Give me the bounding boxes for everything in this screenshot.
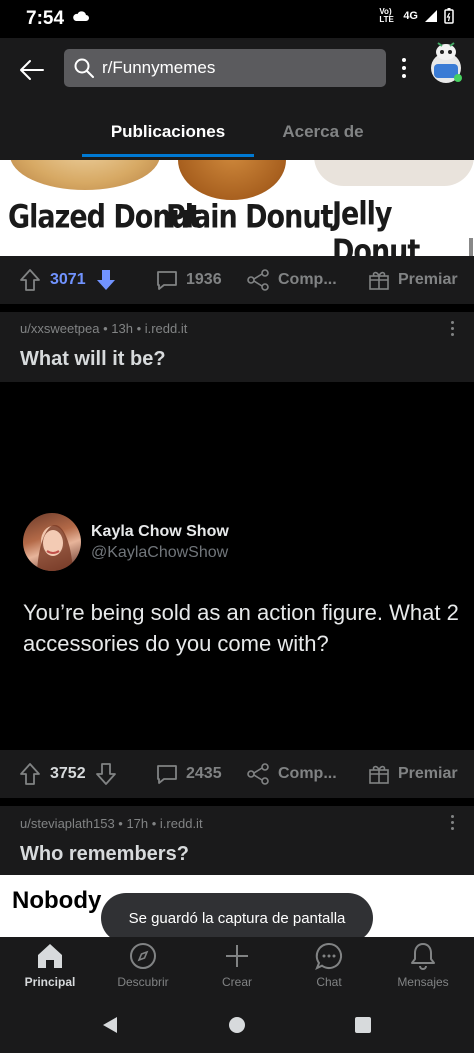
award-label: Premiar [398, 765, 458, 782]
cloud-icon [73, 11, 89, 21]
screenshot-toast: Se guardó la captura de pantalla [101, 893, 373, 943]
search-input[interactable]: r/Funnymemes [64, 49, 386, 87]
nav-chat[interactable]: Chat [284, 941, 374, 989]
tweet-avatar [23, 513, 81, 571]
arrow-left-icon [20, 60, 44, 80]
vote-count: 3752 [50, 765, 86, 782]
nav-descubrir[interactable]: Descubrir [98, 941, 188, 989]
post-title[interactable]: What will it be? [20, 348, 166, 371]
compass-icon [130, 943, 156, 969]
image-caption: Nobody [12, 887, 102, 914]
nav-label: Chat [316, 975, 342, 989]
share-icon [247, 763, 269, 785]
nav-crear[interactable]: Crear [192, 941, 282, 989]
subreddit-tabs: Publicaciones Acerca de [0, 116, 474, 160]
scrollbar-thumb[interactable] [469, 238, 473, 256]
comments-button[interactable]: 1936 [156, 256, 222, 304]
bottom-navigation: Principal Descubrir Crear Chat Mensajes [0, 937, 474, 999]
tweet-author-handle: @KaylaChowShow [91, 544, 229, 561]
glazed-donut-image [10, 160, 160, 190]
comments-button[interactable]: 2435 [156, 750, 222, 798]
back-button[interactable] [14, 52, 50, 88]
user-avatar[interactable] [424, 38, 468, 86]
share-button[interactable]: Comp... [246, 750, 337, 798]
post-meta[interactable]: u/steviaplath153 • 17h • i.redd.it [20, 816, 203, 831]
vote-count: 3071 [50, 271, 86, 288]
subreddit-header: r/Funnymemes Publicaciones Acerca de [0, 38, 474, 160]
plain-donut-image [178, 160, 286, 200]
donut-label-plain: Plain Donut [166, 198, 333, 237]
recents-square-icon[interactable] [353, 1015, 373, 1035]
signal-icon [425, 10, 437, 22]
vote-group: 3752 [18, 750, 118, 798]
post-action-bar: 3752 2435 Comp... Premiar [0, 750, 474, 798]
status-time: 7:54 [26, 8, 65, 29]
nav-label: Principal [24, 975, 76, 989]
comment-icon [157, 271, 177, 290]
snoo-avatar-icon [431, 42, 462, 83]
post-image-donuts[interactable]: Glazed Donut Plain Donut Jelly Donut [0, 160, 474, 256]
comment-count: 1936 [186, 271, 222, 288]
more-options-button[interactable] [394, 52, 414, 84]
tab-acerca-de[interactable]: Acerca de [258, 122, 388, 142]
tweet-text: You’re being sold as an action figure. W… [23, 600, 459, 656]
comment-count: 2435 [186, 765, 222, 782]
post-options-button[interactable] [451, 815, 454, 830]
battery-icon [444, 8, 454, 24]
share-button[interactable]: Comp... [246, 256, 337, 304]
tab-publicaciones[interactable]: Publicaciones [82, 122, 254, 142]
post-action-bar: 3071 1936 Comp... Premiar [0, 256, 474, 304]
bell-icon [411, 943, 435, 970]
status-icons: Vo) LTE 4G [379, 8, 454, 24]
tweet-author-name: Kayla Chow Show [91, 523, 229, 540]
search-icon [74, 58, 94, 78]
donut-label-jelly: Jelly Donut [332, 195, 420, 256]
upvote-icon[interactable] [18, 268, 42, 292]
downvote-icon[interactable] [94, 762, 118, 786]
chat-icon [315, 942, 343, 970]
upvote-icon[interactable] [18, 762, 42, 786]
nav-label: Crear [221, 975, 252, 989]
comment-icon [157, 765, 177, 784]
system-navigation-bar [0, 999, 474, 1053]
nav-label: Mensajes [397, 975, 449, 989]
post-card[interactable]: u/steviaplath153 • 17h • i.redd.it Who r… [0, 806, 474, 875]
nav-principal[interactable]: Principal [5, 941, 95, 989]
post-meta[interactable]: u/xxsweetpea • 13h • i.redd.it [20, 321, 187, 336]
post-image-tweet[interactable]: Kayla Chow Show @KaylaChowShow You’re be… [0, 382, 474, 750]
search-text: r/Funnymemes [102, 58, 216, 77]
home-circle-icon[interactable] [227, 1015, 247, 1035]
network-label: Vo) LTE [379, 7, 394, 24]
signal-label: 4G [403, 10, 418, 22]
gift-icon [369, 271, 389, 290]
award-label: Premiar [398, 271, 458, 288]
share-label: Comp... [278, 271, 337, 288]
post-title[interactable]: Who remembers? [20, 843, 189, 866]
jelly-donut-image [314, 160, 474, 186]
nav-label: Descubrir [117, 975, 169, 989]
plus-icon [226, 945, 248, 967]
downvote-icon[interactable] [94, 268, 118, 292]
award-button[interactable]: Premiar [368, 256, 458, 304]
back-triangle-icon[interactable] [100, 1015, 120, 1035]
vote-group: 3071 [18, 256, 118, 304]
home-icon [38, 944, 62, 968]
share-icon [247, 269, 269, 291]
post-options-button[interactable] [451, 321, 454, 336]
award-button[interactable]: Premiar [368, 750, 458, 798]
active-tab-indicator [82, 154, 254, 157]
status-bar: 7:54 Vo) LTE 4G [0, 0, 474, 38]
post-card[interactable]: u/xxsweetpea • 13h • i.redd.it What will… [0, 312, 474, 382]
gift-icon [369, 765, 389, 784]
share-label: Comp... [278, 765, 337, 782]
nav-mensajes[interactable]: Mensajes [378, 941, 468, 989]
